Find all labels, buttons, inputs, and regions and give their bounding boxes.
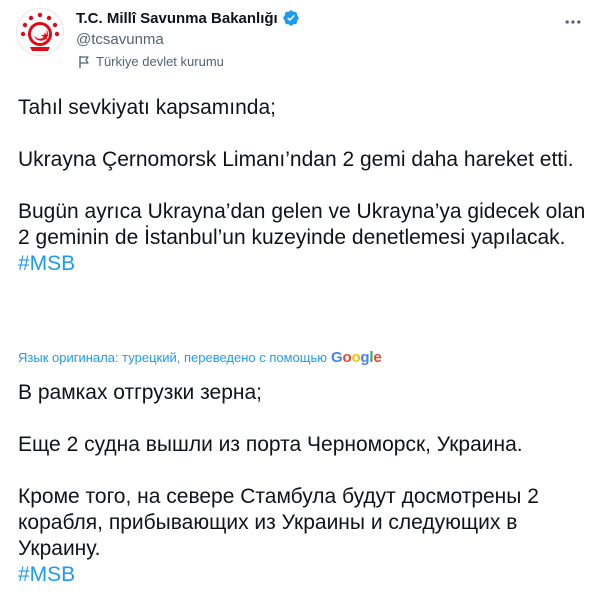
author-avatar[interactable] [16,8,64,56]
author-handle[interactable]: @tcsavunma [76,31,164,48]
translation-note[interactable]: Язык оригинала: турецкий, переведено с п… [18,349,382,366]
ministry-emblem-icon [20,12,60,51]
government-label-text: Türkiye devlet kurumu [96,54,224,69]
more-options-icon[interactable] [561,10,585,34]
tweet-text-line: Ukrayna Çernomorsk Limanı’ndan 2 gemi da… [18,148,574,171]
tweet-text-line: Tahıl sevkiyatı kapsamında; [18,96,276,119]
translation-note-text: Язык оригинала: турецкий, переведено с п… [18,350,327,365]
translated-text-line: В рамках отгрузки зерна; [18,381,262,404]
translated-text-line: Кроме того, на севере Стамбула будут дос… [18,485,539,560]
translated-text: В рамках отгрузки зерна; Еще 2 судна выш… [18,380,588,588]
flag-icon [78,55,90,69]
tweet-text-line: Bugün ayrıca Ukrayna’dan gelen ve Ukrayn… [18,200,586,249]
hashtag-link[interactable]: #MSB [18,562,588,588]
author-name-row: T.C. Millî Savunma Bakanlığı [76,9,300,27]
verified-badge-icon [282,9,300,27]
tweet-text: Tahıl sevkiyatı kapsamında; Ukrayna Çern… [18,95,588,277]
tweet: T.C. Millî Savunma Bakanlığı @tcsavunma … [0,0,599,613]
author-display-name[interactable]: T.C. Millî Savunma Bakanlığı [76,10,278,27]
hashtag-link[interactable]: #MSB [18,251,588,277]
google-logo: Google [331,349,382,366]
translated-text-line: Еще 2 судна вышли из порта Черноморск, У… [18,433,523,456]
government-label: Türkiye devlet kurumu [78,54,224,69]
